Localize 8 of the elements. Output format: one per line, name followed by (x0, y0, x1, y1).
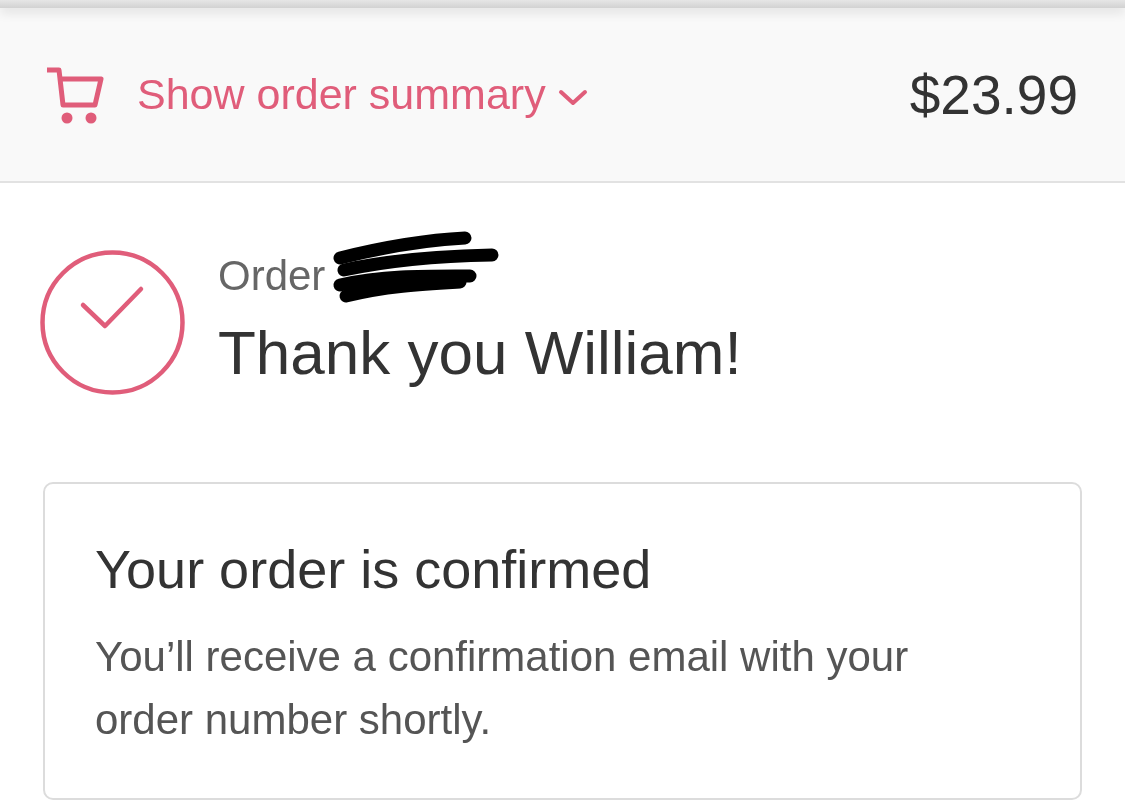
order-label: Order (218, 252, 326, 299)
thank-you-heading: Thank you William! (218, 317, 742, 389)
card-message: You’ll receive a confirmation email with your order number shortly. (95, 632, 910, 745)
cart-icon (45, 65, 105, 124)
card-title: Your order is confirmed (95, 538, 653, 600)
order-summary-toggle[interactable]: Show order summary (45, 65, 588, 124)
check-circle-icon (39, 249, 186, 396)
order-total: $23.99 (909, 62, 1078, 127)
